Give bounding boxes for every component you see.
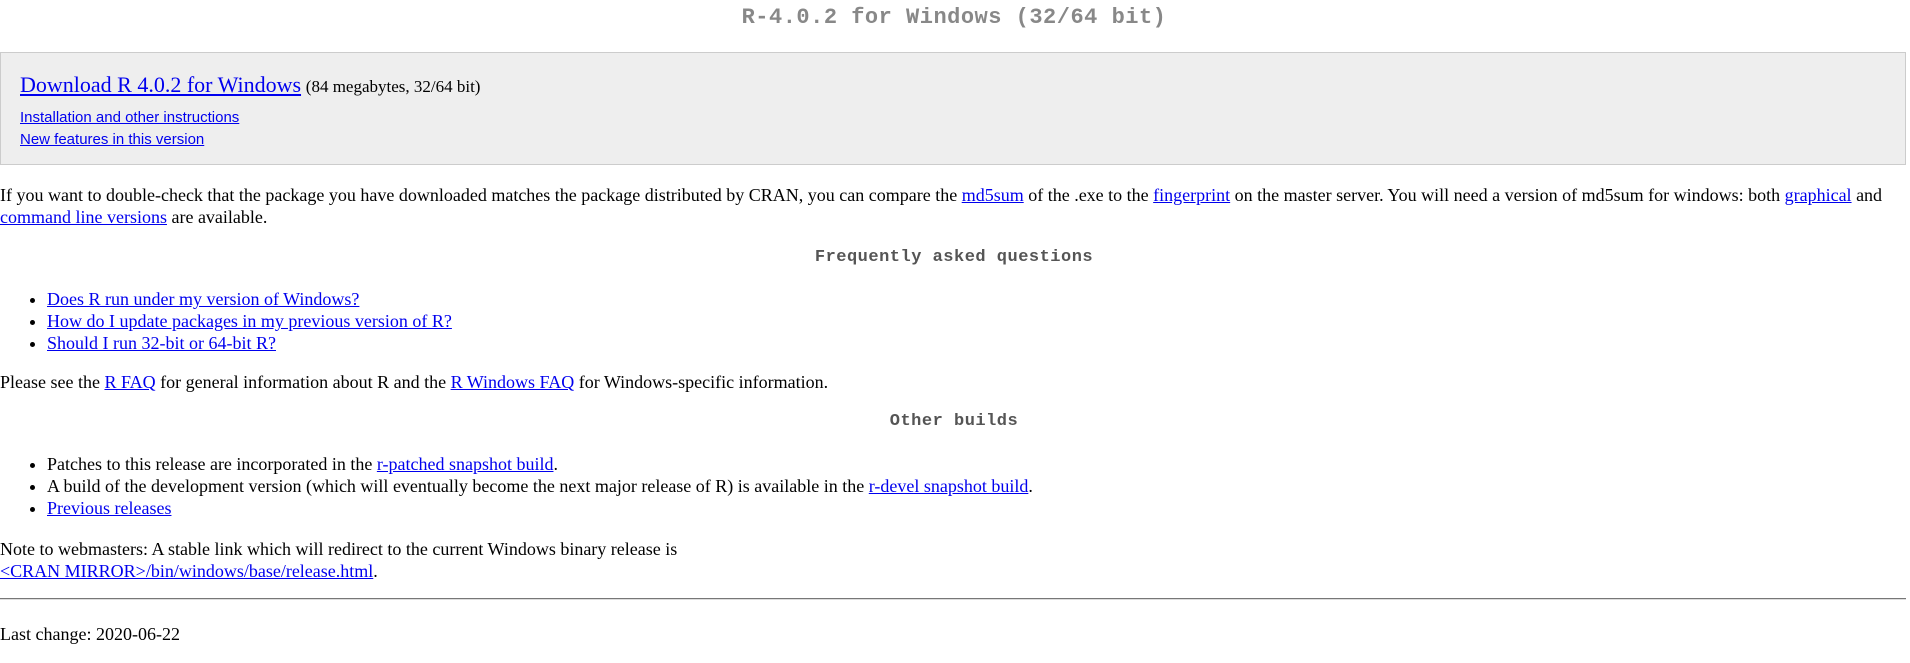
download-box: Download R 4.0.2 for Windows (84 megabyt… bbox=[0, 52, 1906, 165]
verify-text-4: and bbox=[1851, 185, 1883, 205]
verify-text-1: If you want to double-check that the pac… bbox=[0, 185, 962, 205]
webmasters-text: Note to webmasters: A stable link which … bbox=[0, 539, 678, 559]
faq-paragraph: Please see the R FAQ for general informa… bbox=[0, 371, 1908, 393]
r-devel-snapshot-link[interactable]: r-devel snapshot build bbox=[869, 476, 1029, 496]
r-patched-snapshot-link[interactable]: r-patched snapshot build bbox=[377, 454, 554, 474]
r-windows-faq-link[interactable]: R Windows FAQ bbox=[451, 372, 575, 392]
divider bbox=[0, 598, 1906, 600]
webmasters-note: Note to webmasters: A stable link which … bbox=[0, 538, 1908, 582]
list-item: Previous releases bbox=[47, 497, 1908, 519]
faq-text-3: for Windows-specific information. bbox=[574, 372, 829, 392]
installation-instructions-link[interactable]: Installation and other instructions bbox=[20, 109, 239, 126]
download-line: Download R 4.0.2 for Windows (84 megabyt… bbox=[20, 73, 1905, 99]
fingerprint-link[interactable]: fingerprint bbox=[1153, 185, 1230, 205]
verify-text-3: on the master server. You will need a ve… bbox=[1230, 185, 1785, 205]
r-faq-link[interactable]: R FAQ bbox=[104, 372, 155, 392]
verify-text-5: are available. bbox=[166, 207, 268, 227]
page-title: R-4.0.2 for Windows (32/64 bit) bbox=[741, 5, 1167, 30]
md5sum-link[interactable]: md5sum bbox=[962, 185, 1024, 205]
last-change: Last change: 2020-06-22 bbox=[0, 624, 180, 644]
faq-32-64-bit-link[interactable]: Should I run 32-bit or 64-bit R? bbox=[47, 333, 276, 353]
faq-text-2: for general information about R and the bbox=[155, 372, 451, 392]
command-line-versions-link[interactable]: command line versions bbox=[0, 207, 167, 227]
release-html-link[interactable]: <CRAN MIRROR>/bin/windows/base/release.h… bbox=[0, 561, 373, 581]
devel-end: . bbox=[1028, 476, 1033, 496]
list-item: Patches to this release are incorporated… bbox=[47, 453, 1908, 475]
patches-end: . bbox=[553, 454, 558, 474]
new-features-link[interactable]: New features in this version bbox=[20, 131, 204, 148]
download-box-links: Installation and other instructions New … bbox=[20, 107, 1905, 151]
previous-releases-link[interactable]: Previous releases bbox=[47, 498, 171, 518]
list-item: Does R run under my version of Windows? bbox=[47, 288, 1908, 310]
verify-text-2: of the .exe to the bbox=[1023, 185, 1154, 205]
faq-heading: Frequently asked questions bbox=[814, 248, 1094, 267]
graphical-link[interactable]: graphical bbox=[1785, 185, 1852, 205]
list-item: Should I run 32-bit or 64-bit R? bbox=[47, 332, 1908, 354]
faq-update-packages-link[interactable]: How do I update packages in my previous … bbox=[47, 311, 452, 331]
page: R-4.0.2 for Windows (32/64 bit) Download… bbox=[0, 0, 1908, 645]
webmasters-end: . bbox=[373, 561, 378, 581]
faq-list: Does R run under my version of Windows? … bbox=[0, 288, 1908, 354]
download-r-link[interactable]: Download R 4.0.2 for Windows bbox=[20, 72, 301, 97]
download-size-note: (84 megabytes, 32/64 bit) bbox=[305, 77, 481, 96]
other-builds-list: Patches to this release are incorporated… bbox=[0, 453, 1908, 519]
faq-windows-version-link[interactable]: Does R run under my version of Windows? bbox=[47, 289, 359, 309]
list-item: How do I update packages in my previous … bbox=[47, 310, 1908, 332]
list-item: A build of the development version (whic… bbox=[47, 475, 1908, 497]
other-builds-heading: Other builds bbox=[889, 412, 1019, 431]
verify-paragraph: If you want to double-check that the pac… bbox=[0, 184, 1908, 228]
faq-text-1: Please see the bbox=[0, 372, 105, 392]
devel-text: A build of the development version (whic… bbox=[47, 476, 869, 496]
patches-text: Patches to this release are incorporated… bbox=[47, 454, 377, 474]
